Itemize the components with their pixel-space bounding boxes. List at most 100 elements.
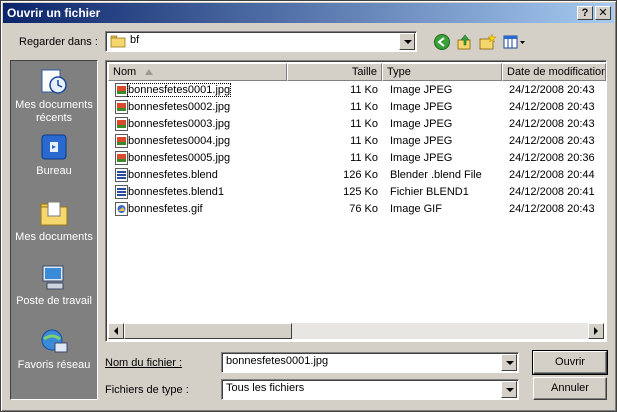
open-button[interactable]: Ouvrir — [532, 350, 608, 375]
my-computer-icon — [42, 265, 64, 290]
file-row[interactable]: bonnesfetes.blend1 125 Ko Fichier BLEND1 24… — [108, 184, 606, 201]
close-button[interactable]: ✕ — [595, 6, 611, 20]
desktop-icon — [41, 134, 67, 160]
place-label: Poste de travail — [16, 295, 92, 307]
file-date: 24/12/2008 20:36 — [509, 152, 595, 164]
file-type: Image JPEG — [390, 118, 453, 130]
file-name: bonnesfetes0005.jpg — [128, 152, 231, 164]
up-folder-icon[interactable] — [456, 33, 474, 51]
horizontal-scrollbar[interactable] — [108, 323, 604, 339]
file-name: bonnesfetes.gif — [128, 203, 203, 215]
file-type: Image JPEG — [390, 135, 453, 147]
arrow-right-icon — [594, 327, 598, 335]
file-size: 11 Ko — [350, 135, 378, 147]
jpeg-file-icon — [115, 134, 128, 148]
my-documents-icon — [40, 201, 68, 226]
filetype-label: Fichiers de type : — [105, 384, 189, 396]
column-header-name-label: Nom — [113, 66, 137, 78]
file-date: 24/12/2008 20:44 — [509, 169, 595, 181]
filename-label-text: Nom du fichier : — [105, 357, 183, 369]
title-bar[interactable]: Ouvrir un fichier ? ✕ — [3, 3, 614, 23]
view-menu-icon[interactable] — [503, 33, 527, 51]
recent-documents-icon — [41, 69, 67, 94]
file-list-view[interactable]: Nom Taille Type Date de modification bon… — [105, 60, 607, 342]
file-date: 24/12/2008 20:43 — [509, 135, 595, 147]
file-type: Fichier BLEND1 — [390, 186, 469, 198]
column-header-name[interactable]: Nom — [108, 63, 287, 81]
file-type: Blender .blend File — [390, 169, 482, 181]
jpeg-file-icon — [115, 100, 128, 114]
place-network[interactable]: Favoris réseau — [11, 323, 97, 385]
place-desktop[interactable]: Bureau — [11, 129, 97, 191]
file-row[interactable]: bonnesfetes0001.jpg 11 Ko Image JPEG 24/12/… — [108, 82, 606, 99]
places-bar: Mes documents récents Bureau Mes documen… — [10, 60, 98, 400]
column-header-type[interactable]: Type — [382, 63, 502, 81]
file-type: Image JPEG — [390, 101, 453, 113]
file-date: 24/12/2008 20:43 — [509, 203, 595, 215]
file-name: bonnesfetes0003.jpg — [128, 118, 231, 130]
file-size: 11 Ko — [350, 152, 378, 164]
network-places-icon — [41, 329, 68, 353]
lookin-label: Regarder dans : — [19, 36, 98, 48]
sort-ascending-icon — [145, 69, 153, 75]
place-label: Mes documents récents — [15, 99, 93, 124]
cancel-button[interactable]: Annuler — [533, 377, 607, 400]
filename-dropdown-button[interactable] — [501, 354, 517, 371]
file-row[interactable]: bonnesfetes0003.jpg 11 Ko Image JPEG 24/12/… — [108, 116, 606, 133]
new-folder-icon[interactable] — [479, 33, 497, 51]
column-header-size[interactable]: Taille — [287, 63, 382, 81]
file-size: 76 Ko — [349, 203, 378, 215]
file-type: Image JPEG — [390, 84, 453, 96]
dialog-title: Ouvrir un fichier — [7, 6, 101, 20]
help-button[interactable]: ? — [577, 6, 593, 20]
back-icon[interactable] — [433, 33, 451, 51]
file-name: bonnesfetes0002.jpg — [128, 101, 231, 113]
file-row[interactable]: bonnesfetes0004.jpg 11 Ko Image JPEG 24/12/… — [108, 133, 606, 150]
place-label: Favoris réseau — [17, 359, 91, 371]
file-row[interactable]: bonnesfetes0005.jpg 11 Ko Image JPEG 24/12/… — [108, 150, 606, 167]
scroll-right-button[interactable] — [588, 323, 604, 339]
filename-label: Nom du fichier : — [105, 357, 182, 369]
gif-file-icon — [115, 202, 128, 216]
column-header-date[interactable]: Date de modification — [502, 63, 606, 81]
file-date: 24/12/2008 20:43 — [509, 101, 595, 113]
jpeg-file-icon — [115, 151, 128, 165]
jpeg-file-icon — [115, 117, 128, 131]
scroll-left-button[interactable] — [108, 323, 124, 339]
jpeg-file-icon — [115, 83, 128, 97]
filename-combo[interactable]: bonnesfetes0001.jpg — [221, 352, 519, 373]
file-date: 24/12/2008 20:41 — [509, 186, 595, 198]
file-name: bonnesfetes0004.jpg — [128, 135, 231, 147]
blend-file-icon — [115, 168, 128, 182]
file-name: bonnesfetes.blend — [128, 169, 218, 181]
file-size: 11 Ko — [350, 118, 378, 130]
file-date: 24/12/2008 20:43 — [509, 118, 595, 130]
place-my-computer[interactable]: Poste de travail — [11, 259, 97, 321]
filename-value[interactable]: bonnesfetes0001.jpg — [226, 355, 328, 367]
file-row[interactable]: bonnesfetes.blend 126 Ko Blender .blend Fi… — [108, 167, 606, 184]
file-size: 126 Ko — [343, 169, 378, 181]
file-name: bonnesfetes.blend1 — [128, 186, 225, 198]
place-my-documents[interactable]: Mes documents — [11, 195, 97, 257]
blend-file-icon — [115, 185, 128, 199]
scroll-thumb[interactable] — [124, 323, 292, 339]
lookin-value: bf — [130, 34, 140, 46]
folder-icon — [110, 35, 126, 48]
file-type: Image GIF — [390, 203, 442, 215]
file-size: 11 Ko — [350, 84, 378, 96]
file-row[interactable]: bonnesfetes0002.jpg 11 Ko Image JPEG 24/12/… — [108, 99, 606, 116]
file-date: 24/12/2008 20:43 — [509, 84, 595, 96]
arrow-left-icon — [114, 327, 118, 335]
file-size: 11 Ko — [350, 101, 378, 113]
filetype-dropdown-button[interactable] — [501, 381, 517, 398]
file-size: 125 Ko — [343, 186, 378, 198]
file-name: bonnesfetes0001.jpg — [126, 83, 232, 97]
place-label: Bureau — [36, 165, 72, 177]
open-file-dialog: Ouvrir un fichier ? ✕ Regarder dans : bf — [0, 0, 617, 412]
lookin-dropdown-button[interactable] — [399, 33, 415, 50]
lookin-combo[interactable]: bf — [105, 31, 417, 52]
place-recent-documents[interactable]: Mes documents récents — [11, 63, 97, 125]
place-label: Mes documents — [15, 231, 93, 243]
file-row[interactable]: bonnesfetes.gif 76 Ko Image GIF 24/12/2008 … — [108, 201, 606, 218]
filetype-combo[interactable]: Tous les fichiers — [221, 379, 519, 400]
